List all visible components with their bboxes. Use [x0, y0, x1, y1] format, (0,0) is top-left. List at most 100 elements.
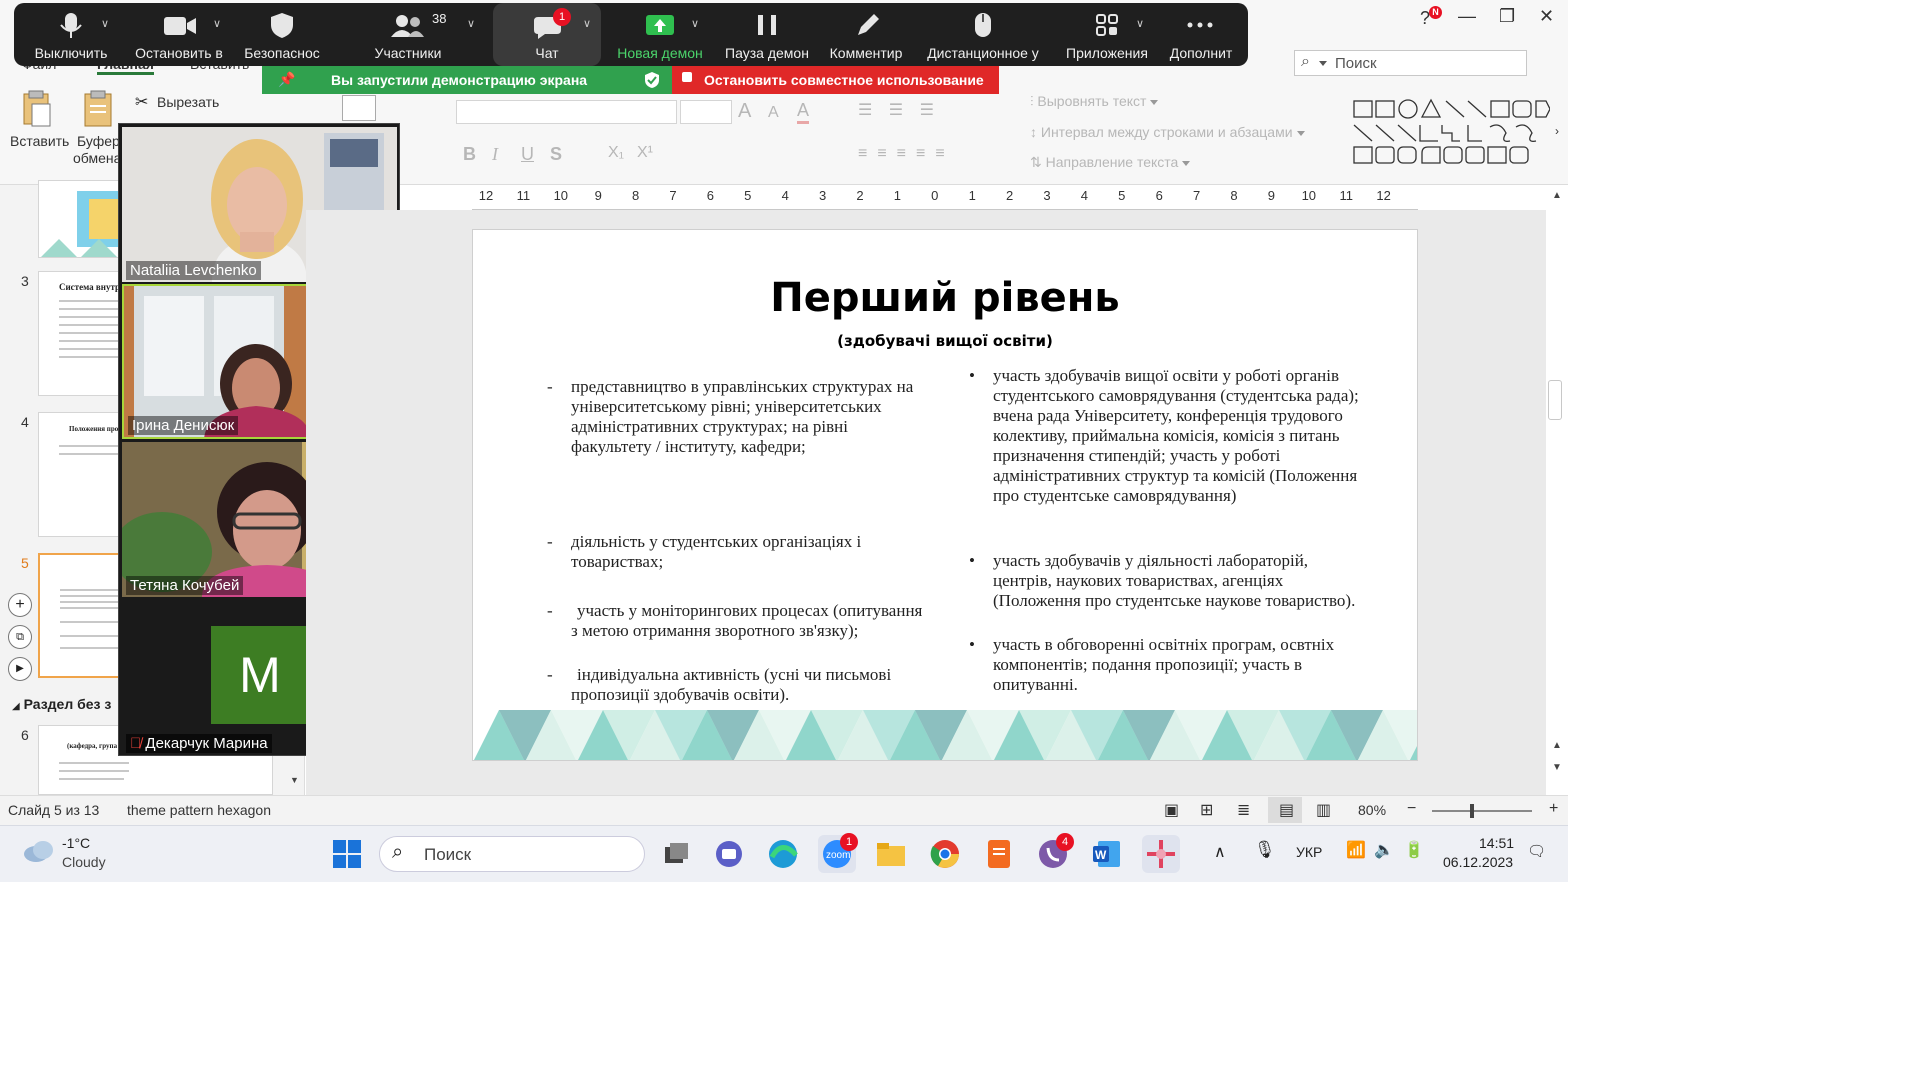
- weather-description[interactable]: Cloudy: [62, 854, 106, 870]
- chevron-down-icon[interactable]: ∨: [691, 17, 699, 30]
- font-name-select[interactable]: [456, 100, 677, 124]
- input-language[interactable]: УКР: [1296, 844, 1322, 860]
- weather-cloud-icon[interactable]: [22, 839, 56, 868]
- right-bullet-1[interactable]: • участь здобувачів вищої освіти у роботі…: [969, 366, 1363, 506]
- horizontal-ruler[interactable]: 12 11 10 9 8 7 6 5 4 3 2 1 0 1 2 3 4 5 6 7 8 9 10 11 12: [472, 186, 1418, 210]
- chevron-up-icon[interactable]: ∧: [1214, 842, 1226, 862]
- search-dropdown-icon[interactable]: [1319, 61, 1327, 66]
- scroll-up-icon[interactable]: ▲: [1552, 190, 1562, 201]
- chevron-down-icon[interactable]: ∨: [583, 17, 591, 30]
- microphone-icon[interactable]: 🎙: [1254, 840, 1276, 860]
- duplicate-slide-icon[interactable]: ⧉: [8, 625, 32, 649]
- paste-icon[interactable]: [20, 90, 54, 128]
- battery-icon[interactable]: 🔋: [1404, 840, 1424, 860]
- grow-font-icon[interactable]: A: [738, 100, 751, 123]
- collapse-icon[interactable]: ◢: [12, 701, 20, 712]
- align-text-button[interactable]: ⫶ Выровнять текст: [1030, 93, 1159, 110]
- volume-icon[interactable]: 🔈: [1374, 840, 1394, 860]
- reading-view-icon[interactable]: ▥: [1316, 800, 1331, 820]
- apps-button[interactable]: Приложения: [1059, 3, 1155, 66]
- font-size-select[interactable]: [680, 100, 732, 124]
- left-bullet-4[interactable]: - індивідуальна активність (усні чи пись…: [547, 665, 931, 705]
- right-bullet-3[interactable]: • участь в обговоренні освітніх програм, …: [969, 635, 1363, 695]
- line-spacing-button[interactable]: ↕ Интервал между строками и абзацами: [1030, 124, 1305, 140]
- zoom-app-icon[interactable]: zoom 1: [818, 833, 858, 873]
- zoom-in-icon[interactable]: +: [1549, 800, 1558, 818]
- sorter-view-icon[interactable]: ⊞: [1200, 800, 1213, 820]
- task-view-icon[interactable]: [656, 835, 694, 873]
- left-bullet-3[interactable]: - участь у моніторингових процесах (опит…: [547, 601, 931, 641]
- left-bullet-1[interactable]: - представництво в управлінських структур…: [547, 377, 931, 457]
- shrink-font-icon[interactable]: A: [768, 104, 779, 122]
- zoom-slider-thumb[interactable]: [1470, 804, 1474, 818]
- align-icons[interactable]: ≡≡≡≡≡: [858, 145, 955, 163]
- restore-icon[interactable]: ❐: [1499, 6, 1515, 27]
- start-button[interactable]: [328, 835, 366, 873]
- list-icons[interactable]: ☰ ☰ ☰: [858, 100, 940, 120]
- remote-control-button[interactable]: Дистанционное у: [920, 3, 1046, 66]
- word-icon[interactable]: W: [1088, 835, 1126, 873]
- notes-view-icon[interactable]: ≣: [1237, 800, 1250, 820]
- left-bullet-2[interactable]: - діяльність у студентських організаціях…: [547, 532, 931, 572]
- close-icon[interactable]: ✕: [1539, 6, 1554, 27]
- right-bullet-2[interactable]: • участь здобувачів у діяльності лаборато…: [969, 551, 1363, 611]
- taskbar-search[interactable]: ⌕ Поиск: [379, 836, 645, 872]
- minimize-icon[interactable]: —: [1458, 6, 1476, 27]
- subscript-button[interactable]: X₁: [608, 144, 624, 162]
- weather-temperature[interactable]: -1°C: [62, 835, 90, 851]
- italic-button[interactable]: I: [492, 144, 498, 165]
- scroll-down-icon[interactable]: ▼: [290, 775, 299, 785]
- scroll-down-end-icon[interactable]: ▼: [1552, 762, 1562, 773]
- clock-time[interactable]: 14:51: [1479, 835, 1514, 851]
- viber-icon[interactable]: 4: [1034, 833, 1074, 873]
- chrome-icon[interactable]: [926, 835, 964, 873]
- wps-presentation-icon[interactable]: [980, 835, 1018, 873]
- pause-share-button[interactable]: Пауза демон: [719, 3, 815, 66]
- gallery-scroll-icon[interactable]: ›: [1555, 124, 1559, 138]
- bold-button[interactable]: B: [463, 144, 476, 165]
- chevron-down-icon[interactable]: ∨: [213, 17, 221, 30]
- normal-view-icon[interactable]: ▤: [1268, 797, 1302, 823]
- clock-date[interactable]: 06.12.2023: [1443, 854, 1513, 870]
- edge-icon[interactable]: [764, 835, 802, 873]
- slideshow-view-icon[interactable]: ▣: [1164, 800, 1179, 820]
- teams-chat-icon[interactable]: [710, 835, 748, 873]
- cut-button[interactable]: Вырезать: [157, 94, 219, 110]
- security-button[interactable]: Безопаснос: [239, 3, 325, 66]
- section-header[interactable]: ◢ Раздел без з: [12, 696, 111, 712]
- superscript-button[interactable]: X¹: [637, 144, 653, 162]
- new-share-button[interactable]: Новая демон: [612, 3, 708, 66]
- play-slide-icon[interactable]: ▶: [8, 657, 32, 681]
- zoom-level[interactable]: 80%: [1358, 802, 1386, 818]
- stop-share-button[interactable]: Остановить совместное использование: [672, 66, 999, 94]
- clipboard-icon[interactable]: [82, 90, 114, 128]
- search-input[interactable]: ⌕ Поиск: [1294, 50, 1527, 76]
- slide-subtitle[interactable]: (здобувачі вищої освіти): [473, 332, 1417, 350]
- wifi-icon[interactable]: 📶: [1346, 840, 1366, 860]
- chevron-down-icon[interactable]: ∨: [467, 17, 475, 30]
- pin-icon[interactable]: 📌: [278, 71, 295, 88]
- underline-button[interactable]: U: [521, 144, 534, 165]
- paste-button[interactable]: Вставить: [10, 133, 69, 149]
- zoom-slider[interactable]: [1432, 810, 1532, 812]
- participants-button[interactable]: 38 Участники: [364, 3, 452, 66]
- shapes-gallery[interactable]: [1350, 97, 1551, 167]
- zoom-out-icon[interactable]: −: [1407, 800, 1416, 818]
- add-slide-icon[interactable]: +: [8, 593, 32, 617]
- vertical-scrollbar-thumb[interactable]: [1548, 380, 1562, 420]
- slide-title[interactable]: Перший рівень: [473, 275, 1417, 321]
- snipping-tool-icon[interactable]: [1142, 835, 1180, 873]
- scroll-down-page-icon[interactable]: ▲: [1552, 740, 1562, 751]
- text-direction-button[interactable]: ⇅ Направление текста: [1030, 154, 1191, 171]
- notification-icon[interactable]: ? N: [1418, 4, 1444, 30]
- notifications-icon[interactable]: 🗨: [1527, 842, 1546, 860]
- font-color-icon[interactable]: A: [797, 100, 810, 124]
- layout-icon[interactable]: [342, 95, 376, 121]
- file-explorer-icon[interactable]: [872, 835, 910, 873]
- chevron-down-icon[interactable]: ∨: [101, 17, 109, 30]
- more-button[interactable]: Дополнит: [1162, 3, 1240, 66]
- chevron-down-icon[interactable]: ∨: [1136, 17, 1144, 30]
- chat-button[interactable]: 1 Чат ∨: [493, 3, 601, 66]
- current-slide[interactable]: Перший рівень (здобувачі вищої освіти) -…: [472, 229, 1418, 761]
- shadow-button[interactable]: S: [550, 144, 562, 165]
